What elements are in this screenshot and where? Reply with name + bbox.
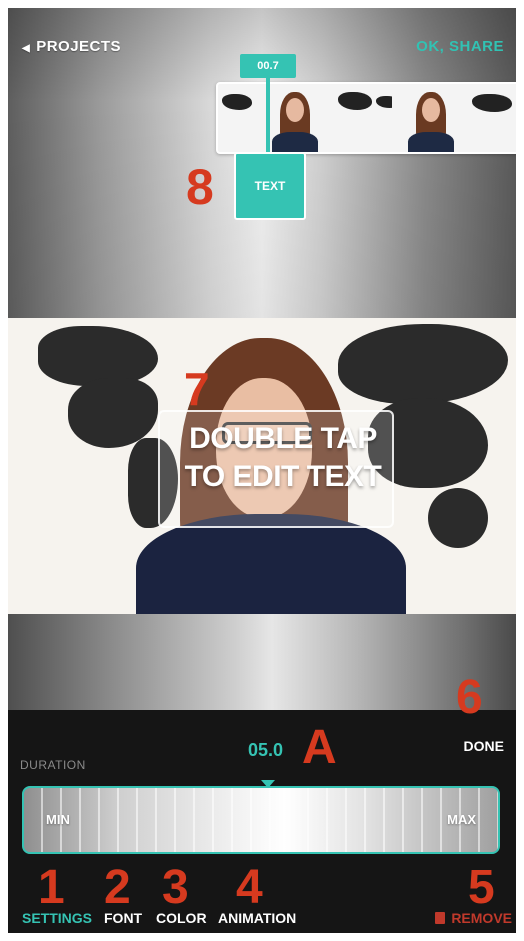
slider-max-label: MAX xyxy=(447,812,476,827)
text-layer-block[interactable]: TEXT xyxy=(234,152,306,220)
back-arrow-icon: ◀ xyxy=(22,43,31,54)
video-preview[interactable]: DOUBLE TAP TO EDIT TEXT xyxy=(8,318,516,614)
duration-value: 05.0 xyxy=(248,740,284,760)
callout-a: A xyxy=(302,721,337,774)
back-to-projects-button[interactable]: ◀ PROJECTS xyxy=(22,38,121,55)
video-filmstrip[interactable] xyxy=(216,82,516,154)
callout-3: 3 xyxy=(162,861,189,914)
duration-slider[interactable]: MIN MAX xyxy=(22,786,500,854)
playhead-time: 00.7 xyxy=(240,54,296,78)
overlay-text[interactable]: DOUBLE TAP TO EDIT TEXT xyxy=(158,420,408,496)
filmstrip-thumbnail xyxy=(468,84,516,152)
callout-6: 6 xyxy=(456,671,483,724)
app-screen: ◀ PROJECTS OK, SHARE 00.7 TEXT 8 DOUBLE … xyxy=(8,8,516,933)
done-button[interactable]: DONE xyxy=(464,738,504,754)
callout-4: 4 xyxy=(236,861,263,914)
callout-5: 5 xyxy=(468,861,495,914)
slider-min-label: MIN xyxy=(46,812,70,827)
lower-background xyxy=(8,614,516,710)
control-panel: DURATION 05.0 A 6 DONE MIN MAX 1 2 3 4 5… xyxy=(8,671,516,933)
overlay-text-line-2: TO EDIT TEXT xyxy=(184,460,382,493)
duration-pointer xyxy=(261,780,275,788)
share-button[interactable]: OK, SHARE xyxy=(416,38,504,55)
callout-8: 8 xyxy=(186,159,214,215)
back-label: PROJECTS xyxy=(36,38,122,55)
overlay-text-line-1: DOUBLE TAP xyxy=(189,422,377,455)
callout-7: 7 xyxy=(184,363,210,415)
playhead[interactable] xyxy=(266,78,270,156)
callout-1: 1 xyxy=(38,861,65,914)
trash-icon xyxy=(435,912,446,924)
filmstrip-thumbnail xyxy=(392,84,468,152)
duration-label: DURATION xyxy=(20,758,86,772)
callout-2: 2 xyxy=(104,861,131,914)
